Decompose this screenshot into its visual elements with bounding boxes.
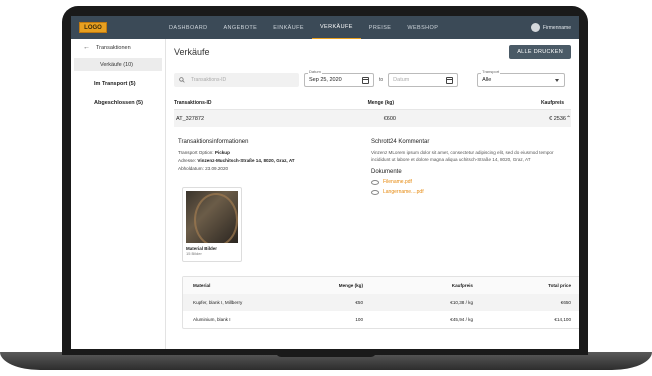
nav-dashboard[interactable]: DASHBOARD (161, 16, 215, 39)
nav-angebote[interactable]: ANGEBOTE (215, 16, 265, 39)
date-to-field[interactable]: Datum (388, 73, 459, 87)
sidebar: ← Transaktionen Verkäufe (10) Im Transpo… (71, 39, 166, 349)
sidebar-header[interactable]: ← Transaktionen (71, 39, 165, 56)
transport-label: Transport (481, 69, 501, 74)
chevron-up-icon[interactable]: ⌃ (566, 115, 571, 122)
transport-option: Transport Option: Pickup (178, 149, 371, 157)
nav-verkaeufe[interactable]: VERKÄUFE (311, 16, 361, 39)
docs-title: Dokumente (371, 169, 402, 175)
nav-einkaeufe[interactable]: EINKÄUFE (265, 16, 312, 39)
date-from-field[interactable]: Datum Sep 25, 2020 (304, 69, 374, 87)
nav-preise[interactable]: PREISE (361, 16, 400, 39)
nav-webshop[interactable]: WEBSHOP (399, 16, 446, 39)
cell-menge: 100 (355, 317, 363, 322)
title-row: Verkäufe ALLE DRUCKEN (174, 41, 571, 63)
eye-icon (371, 189, 379, 195)
address-key: Adresse: (178, 158, 197, 163)
main-nav: DASHBOARD ANGEBOTE EINKÄUFE VERKÄUFE PRE… (161, 16, 446, 39)
col-total: Total price (548, 283, 571, 288)
calendar-icon[interactable] (362, 77, 369, 84)
col-menge: Menge (kg) (367, 99, 394, 106)
table-row[interactable]: AT_327872 €600 € 2536 ⌃ (174, 110, 571, 127)
sidebar-item-abgeschlossen[interactable]: Abgeschlossen (5) (74, 96, 162, 109)
cell-preis: €45,94 / kg (450, 317, 473, 322)
address: Adresse: Vinzenz-Muchitsch-Straße 14, 80… (178, 157, 371, 165)
document-name: Langername....pdf (383, 189, 424, 195)
cell-total: €14,100 (554, 317, 571, 322)
col-menge: Menge (kg) (338, 283, 363, 288)
app-screen: LOGO DASHBOARD ANGEBOTE EINKÄUFE VERKÄUF… (71, 16, 579, 349)
search-input[interactable]: Transaktions-ID (174, 73, 299, 87)
material-image (186, 191, 238, 243)
print-all-button[interactable]: ALLE DRUCKEN (509, 45, 571, 59)
cell-total: €650 (560, 300, 571, 305)
filter-bar: Transaktions-ID Datum Sep 25, 2020 to Da… (174, 69, 571, 91)
sidebar-header-label: Transaktionen (96, 44, 131, 51)
card-subtitle: 15 Bilder (186, 251, 202, 256)
date-from-value: Sep 25, 2020 (309, 77, 342, 83)
pickup-key: Abholdatum: (178, 166, 204, 171)
col-kaufpreis: Kaufpreis (540, 99, 564, 106)
logo-text: LOGO (84, 24, 102, 31)
document-link[interactable]: Langername....pdf (371, 189, 571, 195)
eye-icon (371, 179, 379, 185)
table-header: Transaktions-ID Menge (kg) Kaufpreis (174, 96, 571, 110)
back-arrow-icon[interactable]: ← (83, 44, 90, 51)
avatar (530, 23, 540, 32)
date-label: Datum (308, 69, 322, 74)
main-content: Verkäufe ALLE DRUCKEN Transaktions-ID Da… (166, 39, 579, 349)
materials-table: Material Menge (kg) Kaufpreis Total pric… (182, 276, 579, 329)
comment-text: Vinzenz MLorem ipsum dolor sit amet, con… (371, 150, 554, 162)
comment-title: Schrott24 Kommentar (371, 139, 430, 145)
sidebar-item-im-transport[interactable]: Im Transport (5) (74, 77, 162, 90)
search-placeholder: Transaktions-ID (191, 77, 227, 83)
date-to-placeholder: Datum (393, 77, 410, 83)
transport-value: Alle (482, 77, 492, 83)
col-transaction-id: Transaktions-ID (174, 99, 212, 106)
page-title: Verkäufe (174, 47, 210, 57)
address-val: Vinzenz-Muchitsch-Straße 14, 8020, Graz,… (197, 158, 295, 163)
chevron-down-icon (555, 79, 560, 82)
laptop-bezel: LOGO DASHBOARD ANGEBOTE EINKÄUFE VERKÄUF… (62, 6, 588, 355)
detail-left: Transaktionsinformationen Transport Opti… (174, 139, 371, 262)
calendar-icon[interactable] (446, 77, 454, 84)
document-link[interactable]: Filename.pdf (371, 179, 571, 185)
sidebar-item-verkaeufe[interactable]: Verkäufe (10) (74, 58, 162, 71)
material-images-card[interactable]: Material Bilder 15 Bilder (182, 187, 242, 262)
transaction-detail: Transaktionsinformationen Transport Opti… (174, 127, 571, 262)
row-kaufpreis: € 2536 (549, 115, 566, 122)
table-row: Aluminium, blank I 100 €45,94 / kg €14,1… (183, 311, 579, 328)
transport-val: Pickup (214, 150, 230, 155)
document-name: Filename.pdf (383, 179, 412, 185)
col-material: Material (193, 283, 211, 288)
user-menu[interactable]: Firmenname (530, 23, 571, 32)
detail-right: Schrott24 Kommentar Vinzenz MLorem ipsum… (371, 139, 571, 262)
info-title: Transaktionsinformationen (178, 139, 249, 145)
row-transaction-id: AT_327872 (176, 115, 205, 122)
transport-select[interactable]: Transport Alle (477, 69, 566, 87)
table-row: Kupfer, blank I, Millberry €50 €10,38 / … (183, 294, 579, 311)
pickup-val: 23.09.2020 (205, 166, 229, 171)
materials-header: Material Menge (kg) Kaufpreis Total pric… (183, 277, 579, 294)
cell-material: Kupfer, blank I, Millberry (193, 300, 243, 305)
search-icon (179, 77, 185, 83)
col-kaufpreis: Kaufpreis (451, 283, 473, 288)
date-range-to: to (379, 77, 384, 83)
company-logo[interactable]: LOGO (79, 22, 107, 33)
transport-key: Transport Option: (178, 150, 214, 155)
cell-preis: €10,38 / kg (450, 300, 473, 305)
cell-menge: €50 (355, 300, 363, 305)
top-navbar: LOGO DASHBOARD ANGEBOTE EINKÄUFE VERKÄUF… (71, 16, 579, 39)
user-name: Firmenname (542, 24, 571, 31)
row-menge: €600 (383, 115, 396, 122)
pickup-date: Abholdatum: 23.09.2020 (178, 165, 371, 173)
cell-material: Aluminium, blank I (193, 317, 231, 322)
